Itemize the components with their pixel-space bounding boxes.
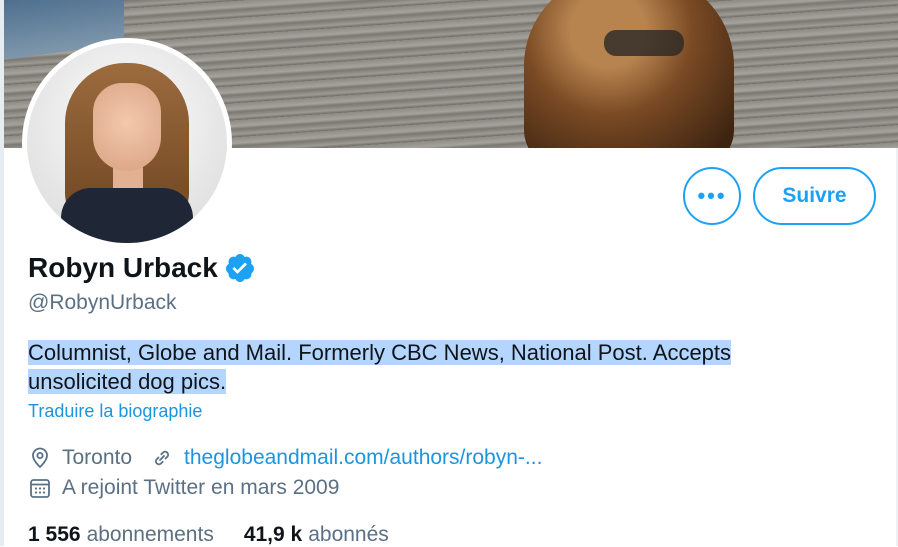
verified-badge-icon	[225, 254, 254, 282]
avatar-face	[93, 83, 161, 171]
banner-dog	[524, 0, 734, 148]
profile-meta-row: Toronto theglobeandmail.com/authors/roby…	[28, 446, 542, 470]
profile-name: Robyn Urback	[28, 252, 218, 283]
following-stat[interactable]: 1 556 abonnements	[28, 523, 214, 547]
translate-bio-link[interactable]: Traduire la biographie	[28, 401, 202, 422]
avatar-top	[61, 188, 193, 243]
calendar-icon	[30, 479, 50, 498]
following-label: abonnements	[86, 523, 214, 546]
more-options-button[interactable]: •••	[683, 167, 741, 225]
profile-avatar[interactable]	[22, 38, 232, 248]
follow-button[interactable]: Suivre	[753, 167, 876, 225]
profile-joined-row: A rejoint Twitter en mars 2009	[28, 476, 339, 500]
profile-location: Toronto	[62, 446, 133, 469]
followers-stat[interactable]: 41,9 k abonnés	[244, 523, 389, 547]
bio-text: Columnist, Globe and Mail. Formerly CBC …	[28, 340, 732, 394]
profile-handle: @RobynUrback	[28, 291, 177, 314]
banner-dog-collar	[604, 30, 684, 56]
profile-name-row: Robyn Urback	[28, 252, 256, 284]
followers-count: 41,9 k	[243, 523, 303, 546]
profile-bio: Columnist, Globe and Mail. Formerly CBC …	[28, 338, 828, 396]
link-icon	[155, 450, 170, 466]
location-pin-icon	[32, 447, 48, 469]
profile-website-link[interactable]: theglobeandmail.com/authors/robyn-...	[184, 446, 542, 470]
following-count: 1 556	[28, 523, 81, 546]
profile-joined-date: A rejoint Twitter en mars 2009	[62, 476, 340, 499]
avatar-photo	[27, 43, 227, 243]
profile-stats: 1 556 abonnements 41,9 k abonnés	[28, 523, 419, 547]
followers-label: abonnés	[308, 523, 389, 546]
